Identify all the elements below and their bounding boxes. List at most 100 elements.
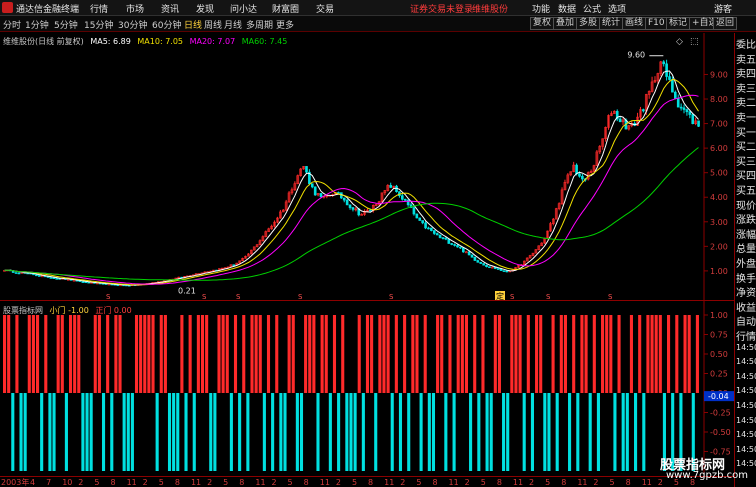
candle-down	[418, 217, 422, 221]
candle-down	[415, 213, 419, 219]
menu-caifuquan[interactable]: 财富圈	[272, 2, 299, 15]
y-tick-label: 8.00	[710, 95, 728, 104]
period-5min[interactable]: 5分钟	[54, 18, 78, 31]
signal-bar-positive	[250, 315, 254, 393]
f10-button[interactable]: F10	[645, 17, 668, 30]
candle-down	[81, 281, 85, 283]
side-panel-label: 买四	[736, 171, 756, 183]
signal-bar-positive	[73, 315, 77, 393]
menu-gongneng[interactable]: 功能	[532, 2, 550, 15]
highlight-marker: 定	[496, 291, 504, 300]
x-tick-label: 8	[110, 478, 115, 487]
draw-line-button[interactable]: 画线	[622, 17, 647, 30]
signal-marker: S	[510, 293, 515, 300]
statistics-button[interactable]: 统计	[599, 17, 624, 30]
signal-bar-negative	[621, 393, 625, 471]
signal-bar-positive	[654, 315, 658, 393]
menu-shichang[interactable]: 市场	[126, 2, 144, 15]
signal-bar-positive	[147, 315, 151, 393]
fuquan-button[interactable]: 复权	[530, 17, 555, 30]
indicator-y-tick-label: 1.00	[710, 311, 728, 320]
x-tick-label: 11	[127, 478, 137, 487]
mark-button[interactable]: 标记	[666, 17, 691, 30]
candle-down	[232, 264, 236, 266]
back-button[interactable]: 返回	[713, 17, 738, 30]
menu-gongshi[interactable]: 公式	[583, 2, 601, 15]
period-1min[interactable]: 1分钟	[25, 18, 49, 31]
x-tick-label: 5	[610, 478, 615, 487]
candle-down	[488, 266, 491, 268]
signal-bar-positive	[460, 315, 464, 393]
signal-bar-negative	[485, 393, 489, 471]
overlay-button[interactable]: 叠加	[553, 17, 578, 30]
candle-down	[52, 277, 56, 279]
side-panel-label: 总量	[736, 244, 756, 256]
signal-bar-negative	[543, 393, 547, 471]
side-panel-label: 14:50	[736, 386, 756, 396]
signal-bar-positive	[159, 315, 163, 393]
signal-bar-negative	[279, 393, 283, 471]
menu-jiaoyi[interactable]: 交易	[316, 2, 334, 15]
menu-wenxiaoda[interactable]: 问小达	[230, 2, 257, 15]
candle-down	[14, 272, 18, 274]
period-60min[interactable]: 60分钟	[152, 18, 181, 31]
candle-down	[444, 237, 448, 240]
candle-down	[447, 238, 451, 244]
period-more[interactable]: 更多	[276, 18, 294, 31]
signal-bar-positive	[440, 315, 444, 393]
signal-bar-positive	[629, 315, 633, 393]
x-tick-label: 5	[288, 478, 293, 487]
signal-bar-negative	[192, 393, 196, 471]
signal-bar-negative	[374, 393, 378, 471]
x-tick-label: 5	[352, 478, 357, 487]
stock-name-link[interactable]: 维维股份	[472, 2, 508, 15]
side-panel-label[interactable]: 自动	[736, 313, 756, 328]
side-panel-label: 14:50	[736, 459, 756, 469]
user-guest[interactable]: 游客	[714, 2, 732, 15]
menu-zixun[interactable]: 资讯	[161, 2, 179, 15]
candle-down	[389, 185, 393, 188]
x-tick-label: 8	[175, 478, 180, 487]
xiaomen-value: -1.00	[68, 306, 89, 315]
signal-bar-positive	[584, 315, 588, 393]
multi-stock-button[interactable]: 多股	[576, 17, 601, 30]
candle-down	[412, 207, 416, 215]
menu-shuju[interactable]: 数据	[558, 2, 576, 15]
candle-down	[578, 173, 581, 177]
candlestick-chart[interactable]: 9.00 8.00 7.00 6.00 5.00 4.00 3.00 2.00 1.00 9.6…	[0, 33, 734, 300]
period-daily[interactable]: 日线	[184, 18, 202, 31]
side-panel-label[interactable]: 行情	[736, 328, 756, 343]
zhengmen-value: 0.00	[113, 306, 132, 315]
x-tick-label: 8	[561, 478, 566, 487]
signal-bar-negative	[299, 393, 304, 471]
indicator-chart[interactable]: 1.000.750.500.250.00-0.25-0.50-0.75-0.04	[0, 301, 734, 476]
signal-bar-positive	[609, 315, 613, 393]
login-notice[interactable]: 证券交易未登录	[410, 2, 473, 15]
x-tick-label: 5	[223, 478, 228, 487]
x-tick-label: 11	[255, 478, 265, 487]
ma60-value: MA60: 7.45	[241, 37, 288, 46]
menu-hangqing[interactable]: 行情	[90, 2, 108, 15]
signal-bar-negative	[390, 393, 394, 471]
signal-bar-positive	[60, 315, 64, 393]
signal-bar-negative	[568, 393, 572, 471]
signal-bar-negative	[229, 393, 233, 471]
menu-faxian[interactable]: 发现	[196, 2, 214, 15]
period-fenshi[interactable]: 分时	[3, 18, 21, 31]
period-15min[interactable]: 15分钟	[84, 18, 113, 31]
signal-bar-positive	[423, 315, 427, 393]
signal-bar-positive	[205, 315, 209, 393]
period-monthly[interactable]: 月线	[224, 18, 242, 31]
period-30min[interactable]: 30分钟	[118, 18, 147, 31]
x-tick-label: 8	[304, 478, 309, 487]
period-multi[interactable]: 多周期	[246, 18, 273, 31]
signal-bar-positive	[658, 315, 662, 393]
candle-down	[401, 195, 404, 200]
signal-bar-negative	[596, 393, 600, 471]
signal-bar-positive	[188, 315, 192, 393]
menu-xuanxiang[interactable]: 选项	[608, 2, 626, 15]
candle-down	[17, 272, 21, 275]
period-weekly[interactable]: 周线	[204, 18, 222, 31]
x-tick-label: 11	[642, 478, 652, 487]
signal-bar-positive	[559, 315, 563, 393]
